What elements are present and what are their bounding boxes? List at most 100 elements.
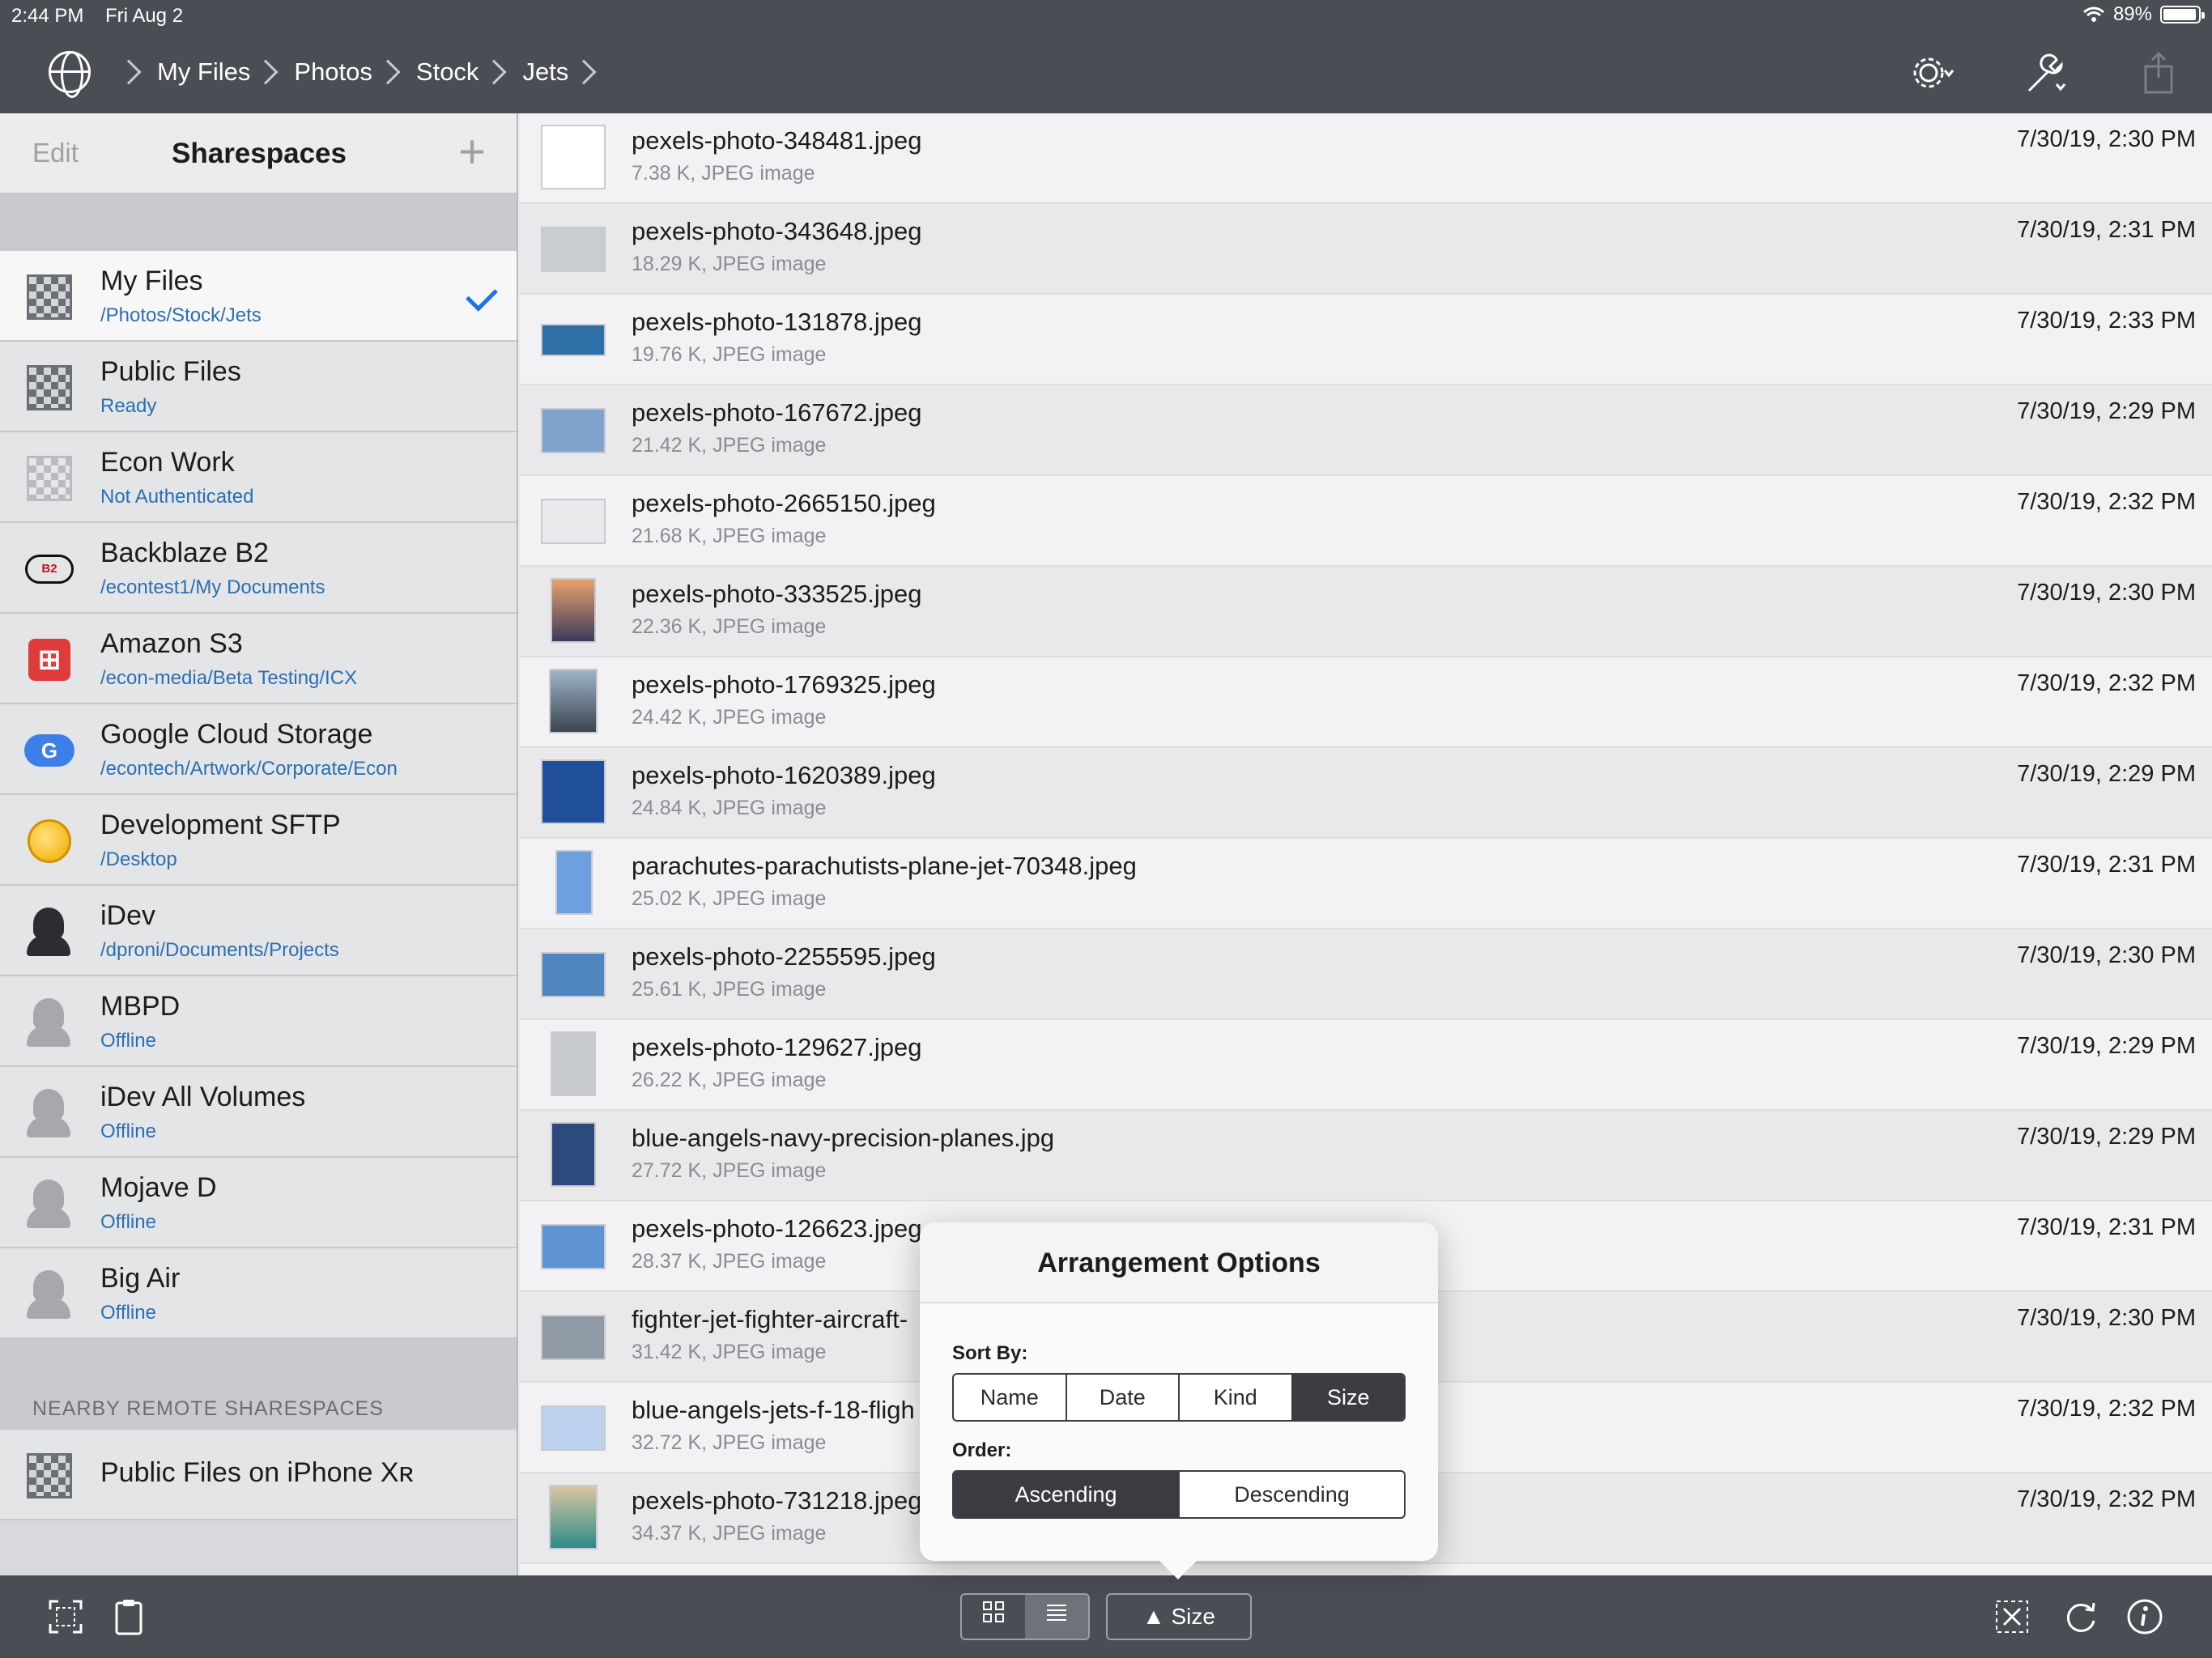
checkmark-icon (466, 279, 498, 312)
file-meta: 24.42 K, JPEG image (632, 706, 827, 729)
sidebar-item-name: Public Files (100, 356, 241, 387)
sidebar-item-development-sftp[interactable]: Development SFTP /Desktop (0, 795, 517, 886)
file-thumbnail (549, 1485, 598, 1550)
status-time: 2:44 PM (11, 5, 84, 27)
sidebar-item-mojave-d[interactable]: Mojave D Offline (0, 1158, 517, 1248)
sidebar-item-mbpd[interactable]: MBPD Offline (0, 976, 517, 1067)
file-thumbnail (541, 324, 606, 356)
view-mode-toggle (960, 1593, 1090, 1640)
file-thumbnail (541, 1405, 606, 1451)
sidebar-item-idev-all-volumes[interactable]: iDev All Volumes Offline (0, 1067, 517, 1158)
sidebar-item-econ-work[interactable]: Econ Work Not Authenticated (0, 432, 517, 523)
file-row[interactable]: pexels-photo-348481.jpeg 7.38 K, JPEG im… (520, 113, 2212, 204)
file-date: 7/30/19, 2:30 PM (2017, 126, 2196, 152)
sidebar-item-subtitle: /econ-media/Beta Testing/ICX (100, 667, 358, 689)
file-meta: 19.76 K, JPEG image (632, 343, 827, 366)
file-thumbnail (551, 1031, 596, 1096)
sidebar-spacer (0, 194, 517, 251)
spy-icon (24, 907, 74, 957)
gear-menu-icon[interactable] (1908, 49, 1956, 97)
sidebar-item-google-cloud-storage[interactable]: G Google Cloud Storage /econtech/Artwork… (0, 704, 517, 795)
edit-button[interactable]: Edit (32, 138, 79, 168)
add-sharespace-button[interactable]: + (458, 128, 486, 176)
sidebar-item-subtitle: Offline (100, 1120, 156, 1142)
sort-kind-option[interactable]: Kind (1180, 1375, 1293, 1420)
sidebar-item-name: iDev (100, 900, 156, 931)
file-date: 7/30/19, 2:29 PM (2017, 761, 2196, 787)
deselect-icon[interactable] (1992, 1596, 2032, 1637)
file-date: 7/30/19, 2:31 PM (2017, 217, 2196, 243)
file-meta: 34.37 K, JPEG image (632, 1522, 827, 1545)
file-row[interactable]: pexels-photo-2255595.jpeg 25.61 K, JPEG … (520, 929, 2212, 1020)
sidebar-item-big-air[interactable]: Big Air Offline (0, 1248, 517, 1339)
file-name: pexels-photo-348481.jpeg (632, 126, 922, 155)
chevron-right-icon (375, 59, 401, 85)
globe-icon[interactable] (49, 51, 91, 98)
file-meta: 25.02 K, JPEG image (632, 887, 827, 910)
sidebar-item-public-files-iphone[interactable]: Public Files on iPhone Xʀ (0, 1430, 517, 1520)
file-row[interactable]: pexels-photo-2665150.jpeg 21.68 K, JPEG … (520, 476, 2212, 567)
file-name: pexels-photo-2255595.jpeg (632, 942, 936, 971)
top-bar: 2:44 PM Fri Aug 2 89% My Files Photos St… (0, 0, 2212, 113)
file-row[interactable]: pexels-photo-129627.jpeg 26.22 K, JPEG i… (520, 1020, 2212, 1111)
file-row[interactable]: pexels-photo-333525.jpeg 22.36 K, JPEG i… (520, 567, 2212, 657)
file-name: pexels-photo-131878.jpeg (632, 308, 922, 336)
sidebar-item-name: Backblaze B2 (100, 538, 269, 568)
breadcrumb: My Files Photos Stock Jets (49, 51, 612, 98)
file-row[interactable]: pexels-photo-1769325.jpeg 24.42 K, JPEG … (520, 657, 2212, 748)
file-name: blue-angels-jets-f-18-fligh (632, 1396, 915, 1424)
file-name: pexels-photo-1620389.jpeg (632, 761, 936, 789)
order-ascending-option[interactable]: Ascending (954, 1472, 1180, 1517)
file-thumbnail (541, 1224, 606, 1269)
spy-icon (24, 997, 74, 1048)
file-meta: 31.42 K, JPEG image (632, 1341, 827, 1363)
chevron-right-icon (571, 59, 597, 85)
info-icon[interactable] (2125, 1596, 2165, 1637)
sidebar-item-amazon-s3[interactable]: ⊞ Amazon S3 /econ-media/Beta Testing/ICX (0, 614, 517, 704)
order-descending-option[interactable]: Descending (1180, 1472, 1404, 1517)
file-thumbnail (555, 850, 593, 915)
sort-date-option[interactable]: Date (1067, 1375, 1180, 1420)
file-row[interactable]: pexels-photo-343648.jpeg 18.29 K, JPEG i… (520, 204, 2212, 295)
share-icon[interactable] (2134, 49, 2183, 97)
file-row[interactable]: blue-angels-navy-precision-planes.jpg 27… (520, 1111, 2212, 1201)
breadcrumb-my-files[interactable]: My Files (157, 57, 250, 87)
file-meta: 27.72 K, JPEG image (632, 1159, 827, 1182)
file-thumbnail (541, 759, 606, 824)
sort-size-option[interactable]: Size (1292, 1375, 1404, 1420)
chevron-right-icon (481, 59, 507, 85)
breadcrumb-stock[interactable]: Stock (416, 57, 479, 87)
file-thumbnail (551, 578, 596, 643)
sftp-globe-icon (24, 816, 74, 866)
sidebar-item-subtitle: /dproni/Documents/Projects (100, 939, 339, 961)
sidebar-item-my-files[interactable]: My Files /Photos/Stock/Jets (0, 251, 517, 342)
sidebar-item-idev[interactable]: iDev /dproni/Documents/Projects (0, 886, 517, 976)
file-meta: 7.38 K, JPEG image (632, 162, 815, 185)
refresh-icon[interactable] (2061, 1596, 2102, 1637)
file-row[interactable]: pexels-photo-167672.jpeg 21.42 K, JPEG i… (520, 385, 2212, 476)
file-name: pexels-photo-731218.jpeg (632, 1486, 922, 1515)
backblaze-icon: B2 (24, 544, 74, 594)
file-date: 7/30/19, 2:29 PM (2017, 1124, 2196, 1150)
sort-name-option[interactable]: Name (954, 1375, 1067, 1420)
file-row[interactable]: parachutes-parachutists-plane-jet-70348.… (520, 839, 2212, 929)
list-view-icon[interactable] (1025, 1595, 1088, 1639)
file-date: 7/30/19, 2:29 PM (2017, 1033, 2196, 1059)
arrangement-options-popover: Arrangement Options Sort By: Name Date K… (920, 1222, 1438, 1580)
clipboard-icon[interactable] (108, 1596, 149, 1637)
file-row[interactable]: pexels-photo-131878.jpeg 19.76 K, JPEG i… (520, 295, 2212, 385)
sidebar-item-backblaze-b2[interactable]: B2 Backblaze B2 /econtest1/My Documents (0, 523, 517, 614)
order-control: Ascending Descending (952, 1470, 1406, 1519)
breadcrumb-jets[interactable]: Jets (522, 57, 568, 87)
file-name: pexels-photo-2665150.jpeg (632, 489, 936, 517)
file-row[interactable]: pexels-photo-1620389.jpeg 24.84 K, JPEG … (520, 748, 2212, 839)
wrench-menu-icon[interactable] (2021, 49, 2069, 97)
sidebar-item-subtitle: Not Authenticated (100, 486, 254, 508)
sidebar-item-name: MBPD (100, 991, 181, 1022)
sort-size-button[interactable]: ▲ Size (1106, 1593, 1252, 1640)
grid-view-icon[interactable] (962, 1595, 1025, 1639)
breadcrumb-photos[interactable]: Photos (294, 57, 372, 87)
file-meta: 22.36 K, JPEG image (632, 615, 827, 638)
sidebar-item-public-files[interactable]: Public Files Ready (0, 342, 517, 432)
select-frame-icon[interactable] (45, 1596, 86, 1637)
